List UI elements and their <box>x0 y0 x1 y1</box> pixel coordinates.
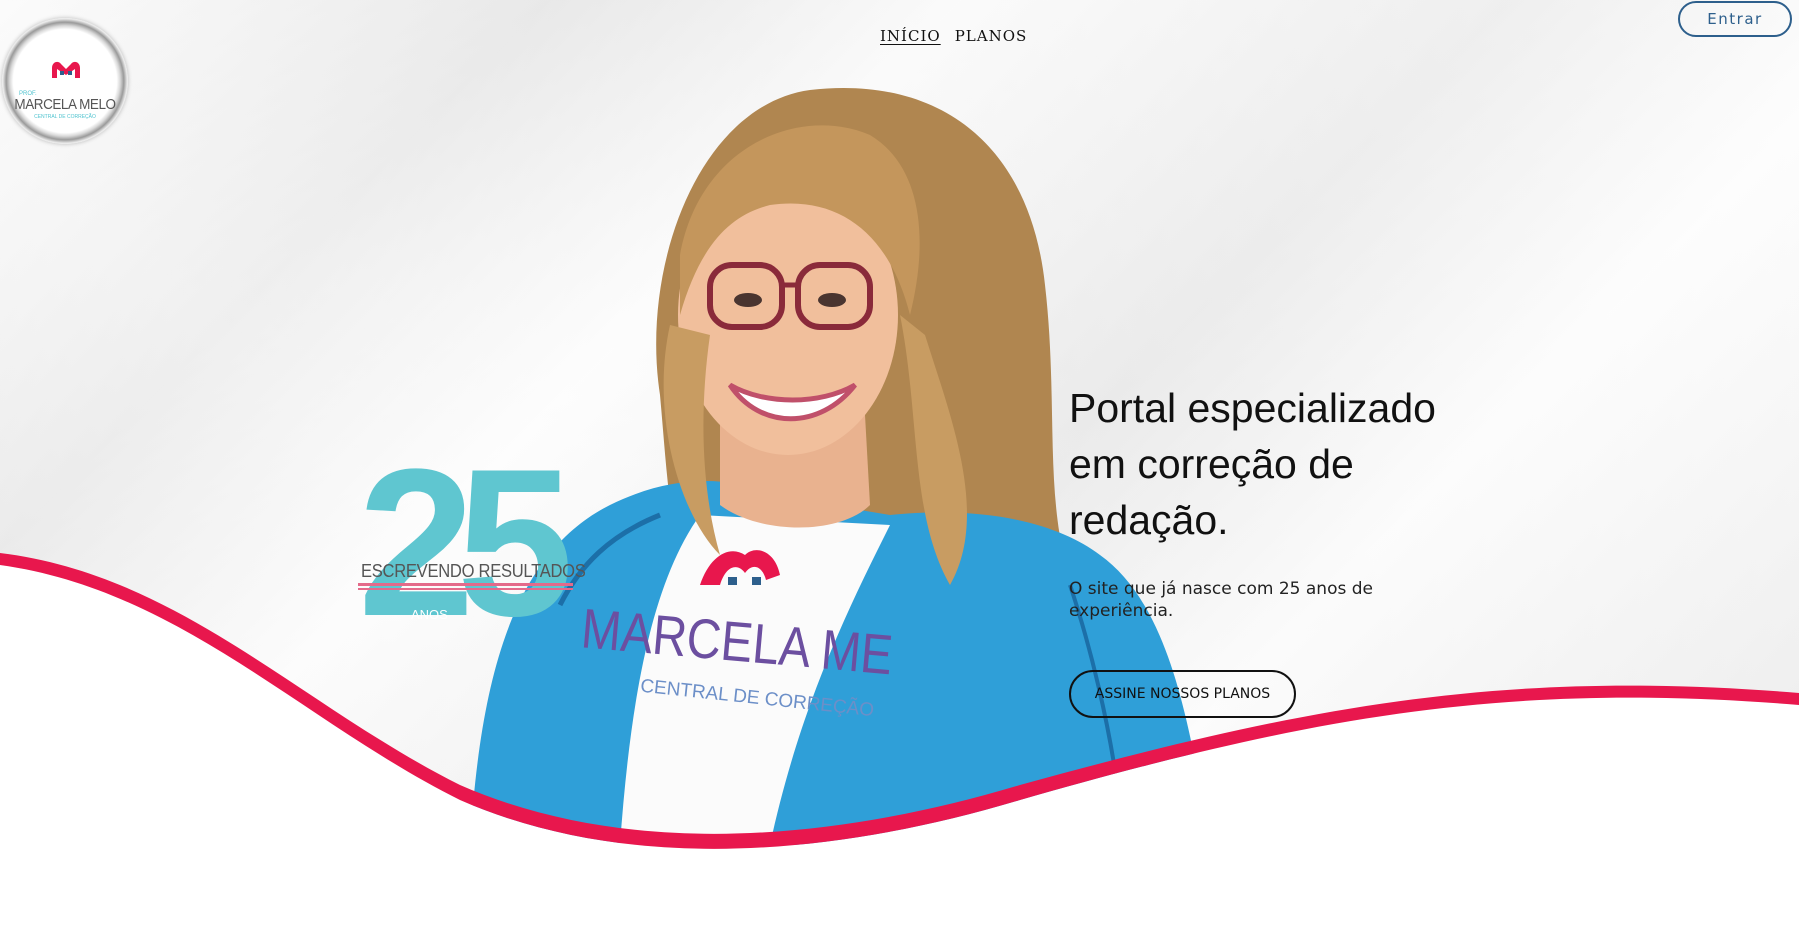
headline-line-2: em correção de <box>1069 441 1354 487</box>
hero-headline: Portal especializado em correção de reda… <box>1069 380 1469 548</box>
nav-item-planos[interactable]: PLANOS <box>955 27 1028 45</box>
headline-line-3: redação. <box>1069 497 1229 543</box>
subscribe-plans-button[interactable]: ASSINE NOSSOS PLANOS <box>1069 670 1296 718</box>
login-button[interactable]: Entrar <box>1678 1 1792 37</box>
pink-wave-divider <box>0 553 1799 948</box>
logo-name: MARCELA MELO <box>14 96 116 113</box>
hero-section: MARCELA ME CENTRAL DE CORREÇÃO 25 ESCREV… <box>0 0 1799 948</box>
brand-logo[interactable]: PROF. MARCELA MELO CENTRAL DE CORREÇÃO <box>2 18 128 144</box>
hero-subheadline: O site que já nasce com 25 anos de exper… <box>1069 579 1373 621</box>
brand-mark-icon <box>52 61 80 78</box>
nav-item-inicio[interactable]: INÍCIO <box>880 27 941 45</box>
logo-subtitle: CENTRAL DE CORREÇÃO <box>34 114 96 120</box>
headline-line-1: Portal especializado <box>1069 385 1436 431</box>
main-nav: INÍCIO PLANOS <box>880 27 1027 45</box>
